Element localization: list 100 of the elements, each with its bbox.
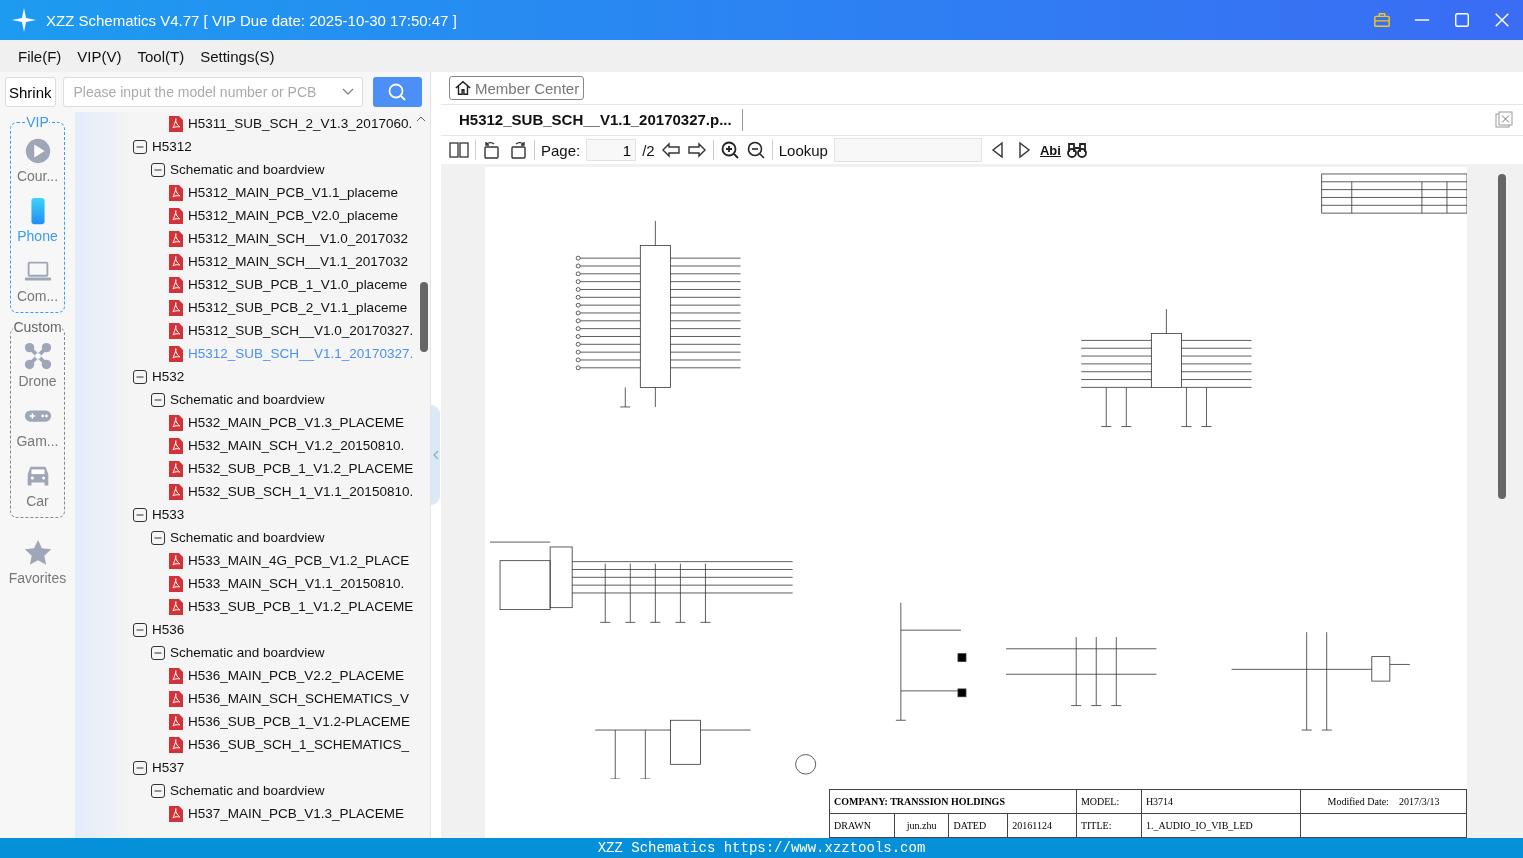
close-icon[interactable] (1493, 11, 1511, 29)
file-item[interactable]: H5312_MAIN_SCH__V1.0_2017032 (188, 231, 408, 246)
pdf-file-icon (169, 345, 183, 362)
lookup-label: Lookup (778, 141, 828, 159)
match-case-button[interactable]: Abi (1039, 142, 1061, 158)
document-tab[interactable]: H5312_SUB_SCH__V1.1_20170327.p... (441, 109, 743, 131)
rotate-right-icon[interactable] (508, 140, 528, 160)
zoom-in-icon[interactable] (719, 140, 740, 160)
file-item[interactable]: H533_MAIN_SCH_V1.1_20150810. (188, 576, 405, 591)
file-item[interactable]: H533_SUB_PCB_1_V1.2_PLACEME (188, 599, 414, 614)
table-cell: MODEL: (1076, 789, 1142, 814)
file-item[interactable]: H5312_SUB_PCB_1_V1.0_placeme (188, 277, 408, 292)
file-item[interactable]: H536_MAIN_SCH_SCHEMATICS_V (188, 691, 410, 706)
file-item[interactable]: H536_MAIN_PCB_V2.2_PLACEME (188, 668, 405, 683)
table-cell: DRAWN (829, 813, 895, 838)
folder-item[interactable]: Schematic and boardview (170, 162, 325, 177)
model-item[interactable]: H532 (152, 369, 185, 384)
rotate-left-icon[interactable] (482, 140, 502, 160)
collapse-icon[interactable] (151, 783, 165, 798)
pdf-file-icon (169, 552, 183, 569)
collapse-icon[interactable] (133, 622, 147, 637)
folder-item[interactable]: Schematic and boardview (170, 530, 325, 545)
table-cell: 20161124 (1007, 813, 1077, 838)
search-field[interactable]: Please input the model number or PCB (62, 77, 363, 107)
folder-item[interactable]: Schematic and boardview (170, 783, 325, 798)
zoom-out-icon[interactable] (745, 140, 766, 160)
file-item[interactable]: H536_SUB_PCB_1_V1.2-PLACEME (188, 714, 411, 729)
group-label: Custom (13, 319, 62, 335)
model-item[interactable]: H533 (152, 507, 185, 522)
maximize-icon[interactable] (1453, 11, 1471, 29)
chevron-left-icon (432, 450, 439, 460)
search-icon (387, 82, 408, 102)
file-item[interactable]: H5312_SUB_PCB_2_V1.1_placeme (188, 300, 408, 315)
group-label: VIP (26, 114, 49, 130)
file-item[interactable]: H532_SUB_PCB_1_V1.2_PLACEME (188, 461, 414, 476)
pdf-file-icon (169, 667, 183, 684)
pdf-file-icon (169, 115, 183, 132)
file-item[interactable]: H5312_MAIN_PCB_V1.1_placeme (188, 185, 399, 200)
pdf-file-icon (169, 460, 183, 477)
page-total: /2 (642, 141, 655, 159)
pdf-file-icon (169, 253, 183, 270)
shrink-button[interactable]: Shrink (5, 77, 56, 107)
file-item[interactable]: H533_MAIN_4G_PCB_V1.2_PLACE (188, 553, 410, 568)
pdf-file-icon (169, 483, 183, 500)
pdf-file-icon (169, 598, 183, 615)
model-item[interactable]: H5312 (152, 139, 192, 154)
collapse-handle[interactable] (431, 405, 440, 505)
menu-item[interactable]: VIP(V) (77, 47, 122, 65)
category-item[interactable]: Car (11, 457, 64, 513)
scroll-up-icon[interactable] (416, 116, 426, 122)
file-item[interactable]: H5312_MAIN_SCH__V1.1_2017032 (188, 254, 408, 269)
menu-item[interactable]: Tool(T) (137, 47, 185, 65)
chevron-down-icon[interactable] (341, 88, 354, 96)
collapse-icon[interactable] (151, 392, 165, 407)
status-text: XZZ Schematics https://www.xzztools.com (597, 840, 926, 856)
menu-item[interactable]: File(F) (18, 47, 62, 65)
briefcase-icon[interactable] (1373, 11, 1391, 29)
pdf-file-icon (169, 414, 183, 431)
file-item[interactable]: H532_MAIN_PCB_V1.3_PLACEME (188, 415, 405, 430)
category-item[interactable]: Drone (11, 337, 64, 393)
file-item[interactable]: H5312_SUB_SCH__V1.0_20170327. (188, 323, 414, 338)
two-page-icon[interactable] (449, 140, 469, 160)
search-button[interactable] (372, 77, 422, 107)
collapse-icon[interactable] (133, 760, 147, 775)
file-item[interactable]: H537_MAIN_PCB_V1.3_PLACEME (188, 806, 405, 821)
file-item[interactable]: H536_SUB_SCH_1_SCHEMATICS_ (188, 737, 410, 752)
collapse-icon[interactable] (151, 645, 165, 660)
pdf-file-icon (169, 299, 183, 316)
pdf-file-icon (169, 322, 183, 339)
collapse-icon[interactable] (151, 530, 165, 545)
arrow-right-icon[interactable] (686, 140, 707, 160)
menu-item[interactable]: Settings(S) (200, 47, 275, 65)
file-item[interactable]: H5312_MAIN_PCB_V2.0_placeme (188, 208, 399, 223)
scrollbar-thumb[interactable] (420, 282, 428, 352)
collapse-icon[interactable] (133, 507, 147, 522)
pdf-file-icon (169, 437, 183, 454)
folder-item[interactable]: Schematic and boardview (170, 392, 325, 407)
file-item[interactable]: H532_SUB_SCH_1_V1.1_20150810. (188, 484, 414, 499)
table-cell: DATED (948, 813, 1008, 838)
page-number-field[interactable]: 1 (586, 139, 637, 161)
page-label: Page: (541, 141, 581, 159)
category-item[interactable]: Com... (11, 252, 64, 308)
collapse-icon[interactable] (151, 162, 165, 177)
model-item[interactable]: H537 (152, 760, 185, 775)
category-item[interactable]: Gam... (11, 397, 64, 453)
member-center-button[interactable]: Member Center (449, 76, 585, 100)
file-item[interactable]: H532_MAIN_SCH_V1.2_20150810. (188, 438, 405, 453)
star-logo-icon (12, 8, 36, 32)
binoculars-icon[interactable] (1066, 140, 1087, 160)
folder-item[interactable]: Schematic and boardview (170, 645, 325, 660)
collapse-icon[interactable] (133, 369, 147, 384)
pdf-file-icon (169, 736, 183, 753)
model-item[interactable]: H536 (152, 622, 185, 637)
scrollbar-thumb[interactable] (1498, 174, 1506, 499)
favorites-item[interactable]: Favorites (2, 534, 73, 590)
category-item[interactable]: Cour... (11, 132, 64, 188)
collapse-icon[interactable] (133, 139, 147, 154)
lookup-field[interactable] (833, 138, 982, 162)
file-item[interactable]: H5311_SUB_SCH_2_V1.3_2017060. (188, 116, 413, 131)
arrow-left-icon[interactable] (660, 140, 681, 160)
